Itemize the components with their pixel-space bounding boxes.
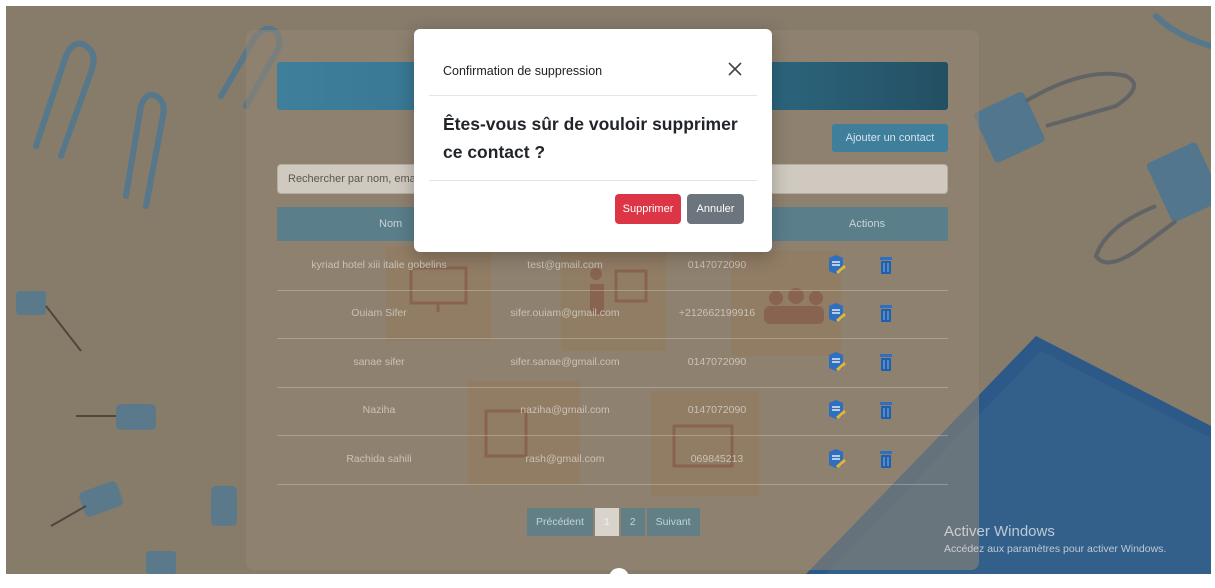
pagination: Précédent 1 2 Suivant [527, 508, 700, 536]
cell-name: Rachida sahili [346, 453, 412, 465]
cell-phone: +212662199916 [678, 307, 756, 319]
windows-activation-watermark: Activer Windows Accédez aux paramètres p… [944, 523, 1166, 555]
edit-icon[interactable] [825, 254, 847, 276]
scroll-indicator [609, 568, 629, 588]
next-page-button[interactable]: Suivant [646, 508, 700, 536]
table-row: sanae sifer sifer.sanae@gmail.com 01470720… [277, 339, 948, 388]
cell-phone: 069845213 [690, 453, 744, 465]
watermark-subtitle: Accédez aux paramètres pour activer Wind… [944, 543, 1167, 555]
cell-email: test@gmail.com [527, 259, 603, 271]
table-row: Naziha naziha@gmail.com 0147072090 [277, 387, 948, 436]
add-contact-button[interactable]: Ajouter un contact [832, 124, 948, 152]
trash-icon[interactable] [875, 254, 897, 276]
modal-divider [429, 180, 757, 181]
edit-icon[interactable] [825, 302, 847, 324]
table-row: Ouiam Sifer sifer.ouiam@gmail.com +2126621… [277, 290, 948, 339]
modal-title: Confirmation de suppression [443, 64, 603, 78]
edit-icon[interactable] [825, 351, 847, 373]
column-actions: Actions [849, 218, 886, 230]
cancel-button[interactable]: Annuler [687, 194, 744, 224]
cell-name: Ouiam Sifer [351, 307, 407, 319]
close-icon[interactable] [726, 60, 744, 78]
cell-name: Naziha [362, 404, 396, 416]
previous-page-button[interactable]: Précédent [527, 508, 593, 536]
table-row: Rachida sahili rash@gmail.com 069845213 [277, 436, 948, 485]
cell-phone: 0147072090 [687, 356, 747, 368]
cell-phone: 0147072090 [687, 259, 747, 271]
trash-icon[interactable] [875, 302, 897, 324]
watermark-title: Activer Windows [944, 523, 1055, 540]
cell-email: sifer.sanae@gmail.com [510, 356, 620, 368]
column-name: Nom [379, 218, 403, 230]
trash-icon[interactable] [875, 448, 897, 470]
cell-name: sanae sifer [353, 356, 405, 368]
confirm-delete-button[interactable]: Supprimer [615, 194, 681, 224]
modal-divider [429, 95, 757, 96]
cell-phone: 0147072090 [687, 404, 747, 416]
edit-icon[interactable] [825, 448, 847, 470]
trash-icon[interactable] [875, 351, 897, 373]
page-button-1[interactable]: 1 [594, 508, 619, 536]
trash-icon[interactable] [875, 399, 897, 421]
page-button-2[interactable]: 2 [620, 508, 645, 536]
cell-email: rash@gmail.com [525, 453, 605, 465]
cell-name: kyriad hotel xiii italie gobelins [311, 259, 447, 271]
modal-message: Êtes-vous sûr de vouloir supprimer ce co… [443, 114, 738, 162]
cell-email: sifer.ouiam@gmail.com [510, 307, 620, 319]
cell-email: naziha@gmail.com [520, 404, 610, 416]
edit-icon[interactable] [825, 399, 847, 421]
delete-confirmation-modal: Confirmation de suppression Êtes-vous sû… [414, 29, 772, 252]
